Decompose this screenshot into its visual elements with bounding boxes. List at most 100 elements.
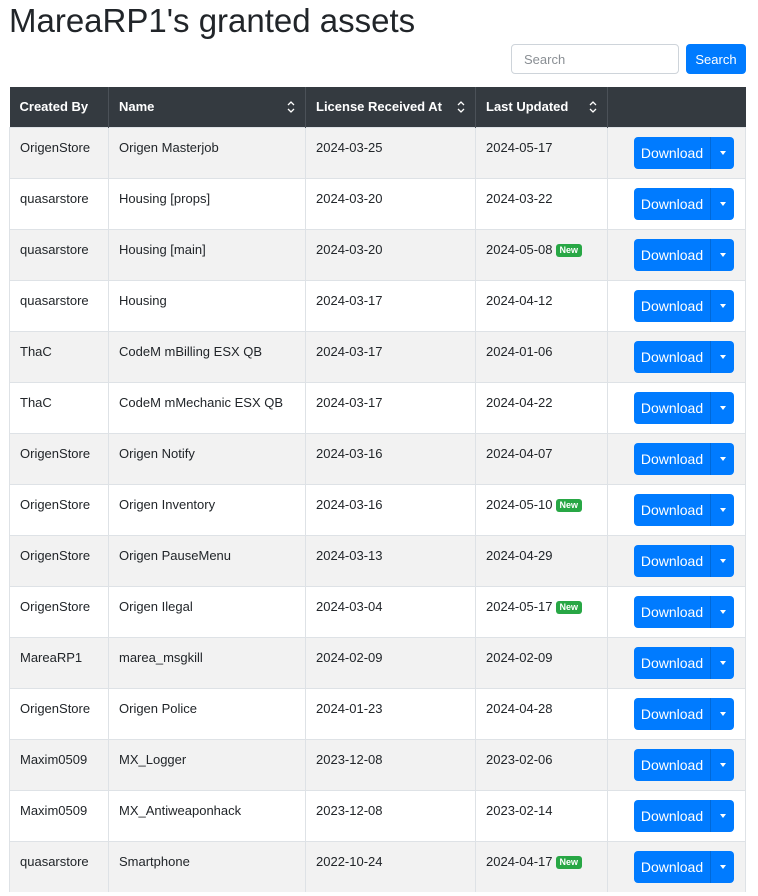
cell-last-updated: 2024-01-06 [475,330,608,382]
caret-down-icon [719,507,726,512]
new-badge: New [555,243,583,257]
download-options-toggle[interactable] [710,748,734,781]
caret-down-icon [719,813,726,818]
download-button[interactable]: Download [634,544,710,577]
table-row: quasarstore Housing [main] 2024-03-20 2024-… [9,228,746,280]
download-options-toggle[interactable] [710,544,734,577]
cell-license-received: 2023-12-08 [305,789,476,841]
download-button[interactable]: Download [634,136,710,169]
column-header-name[interactable]: Name [108,87,306,127]
cell-license-received: 2024-03-17 [305,330,476,382]
download-button[interactable]: Download [634,646,710,679]
column-header-label: Last Updated [486,99,569,115]
cell-actions: Download [607,177,746,229]
cell-actions: Download [607,789,746,841]
cell-last-updated: 2024-04-07 [475,432,608,484]
cell-name: Smartphone [108,840,306,892]
cell-license-received: 2024-03-16 [305,483,476,535]
cell-created-by: OrigenStore [9,687,109,739]
cell-last-updated: 2024-05-10 New [475,483,608,535]
column-header-label: Name [119,99,155,115]
download-options-toggle[interactable] [710,289,734,322]
search-button[interactable]: Search [686,44,746,74]
search-input[interactable] [511,44,679,74]
cell-actions: Download [607,636,746,688]
download-button[interactable]: Download [634,187,710,220]
download-options-toggle[interactable] [710,391,734,424]
download-options-toggle[interactable] [710,442,734,475]
last-updated-date: 2024-02-09 [486,649,553,665]
download-split-button: Download [634,646,734,679]
cell-name: Origen Masterjob [108,126,306,178]
search-bar: Search [511,44,746,74]
download-options-toggle[interactable] [710,187,734,220]
download-button[interactable]: Download [634,391,710,424]
download-split-button: Download [634,697,734,730]
caret-down-icon [719,303,726,308]
download-button[interactable]: Download [634,493,710,526]
table-row: ThaC CodeM mMechanic ESX QB 2024-03-17 2024… [9,381,746,433]
sort-updown-icon[interactable] [589,100,597,114]
download-button[interactable]: Download [634,799,710,832]
download-button[interactable]: Download [634,340,710,373]
sort-updown-icon[interactable] [287,100,295,114]
column-header-created-by: Created By [9,87,109,127]
cell-name: MX_Logger [108,738,306,790]
download-options-toggle[interactable] [710,340,734,373]
column-header-license-received[interactable]: License Received At [305,87,476,127]
download-options-toggle[interactable] [710,646,734,679]
sort-updown-icon[interactable] [457,100,465,114]
download-button[interactable]: Download [634,238,710,271]
cell-created-by: Maxim0509 [9,738,109,790]
download-options-toggle[interactable] [710,697,734,730]
cell-license-received: 2024-03-13 [305,534,476,586]
caret-down-icon [719,762,726,767]
download-options-toggle[interactable] [710,799,734,832]
new-badge: New [555,855,583,869]
cell-last-updated: 2024-05-08 New [475,228,608,280]
cell-created-by: quasarstore [9,279,109,331]
download-button[interactable]: Download [634,289,710,322]
caret-down-icon [719,864,726,869]
cell-actions: Download [607,381,746,433]
cell-license-received: 2023-12-08 [305,738,476,790]
last-updated-date: 2024-05-17 [486,139,553,155]
caret-down-icon [719,609,726,614]
download-button[interactable]: Download [634,442,710,475]
download-split-button: Download [634,238,734,271]
download-split-button: Download [634,187,734,220]
last-updated-date: 2023-02-06 [486,751,553,767]
download-options-toggle[interactable] [710,595,734,628]
column-header-label: Created By [19,99,89,115]
cell-last-updated: 2024-04-17 New [475,840,608,892]
download-options-toggle[interactable] [710,493,734,526]
table-row: quasarstore Housing [props] 2024-03-20 2024… [9,177,746,229]
caret-down-icon [719,150,726,155]
cell-actions: Download [607,126,746,178]
cell-actions: Download [607,483,746,535]
last-updated-date: 2024-05-10 [486,496,553,512]
caret-down-icon [719,354,726,359]
download-button[interactable]: Download [634,850,710,883]
table-row: ThaC CodeM mBilling ESX QB 2024-03-17 2024-… [9,330,746,382]
column-header-last-updated[interactable]: Last Updated [475,87,608,127]
table-row: OrigenStore Origen Ilegal 2024-03-04 2024-0… [9,585,746,637]
download-options-toggle[interactable] [710,238,734,271]
column-header-label: License Received At [316,99,442,115]
cell-name: Origen Ilegal [108,585,306,637]
last-updated-date: 2024-01-06 [486,343,553,359]
download-button[interactable]: Download [634,748,710,781]
download-options-toggle[interactable] [710,850,734,883]
cell-created-by: quasarstore [9,177,109,229]
cell-created-by: quasarstore [9,840,109,892]
last-updated-date: 2024-03-22 [486,190,553,206]
cell-created-by: ThaC [9,381,109,433]
download-button[interactable]: Download [634,595,710,628]
cell-name: CodeM mBilling ESX QB [108,330,306,382]
cell-last-updated: 2024-04-12 [475,279,608,331]
download-options-toggle[interactable] [710,136,734,169]
download-button[interactable]: Download [634,697,710,730]
cell-actions: Download [607,534,746,586]
cell-actions: Download [607,738,746,790]
last-updated-date: 2024-04-12 [486,292,553,308]
